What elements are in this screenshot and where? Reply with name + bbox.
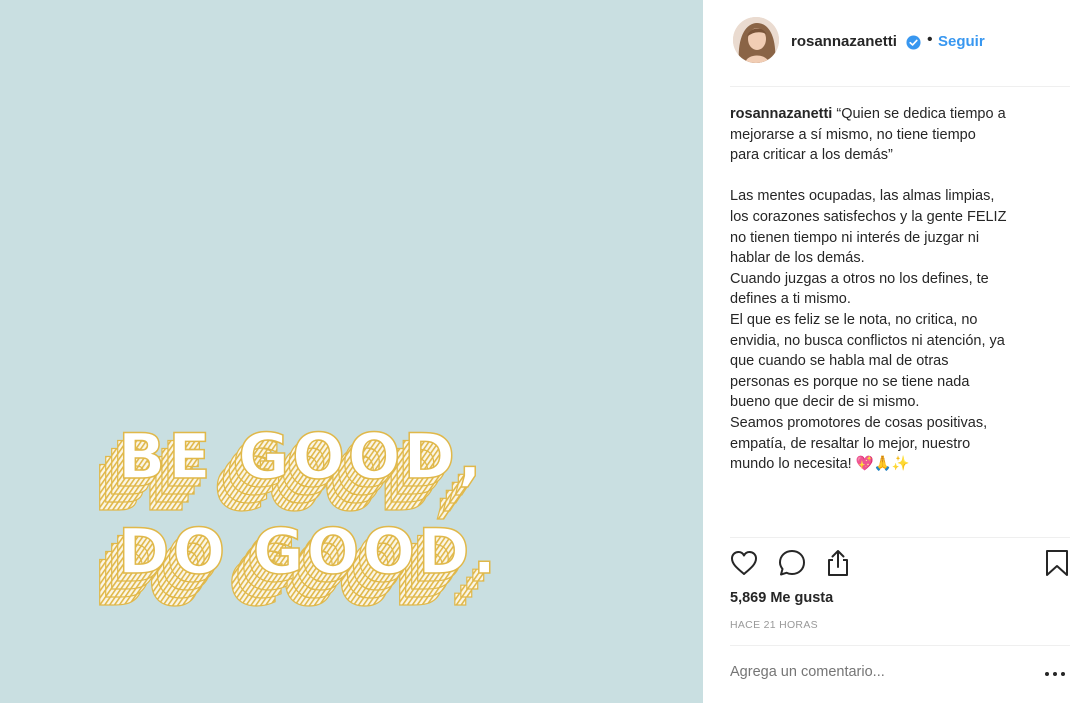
caption-line: “Quien se dedica tiempo a	[836, 106, 1006, 122]
be-good-do-good-artwork: BE GOOD, BE GOOD, BE GOOD, BE GOOD, BE G…	[93, 419, 499, 620]
post-author-username[interactable]: rosannazanetti	[791, 33, 897, 50]
caption-line: no tienen tiempo ni interés de juzgar ni	[730, 229, 980, 246]
post-header: rosannazanetti • Seguir	[703, 0, 1070, 86]
post-timestamp[interactable]: HACE 21 HORAS	[730, 619, 818, 631]
art-line2: DO GOOD.	[118, 515, 499, 588]
avatar-photo	[733, 17, 779, 63]
separator-dot: •	[927, 31, 933, 48]
caption-line: Cuando juzgas a otros no los defines, te	[730, 270, 989, 287]
comment-bubble-icon	[779, 550, 805, 576]
actions-divider	[730, 537, 1070, 538]
caption-line: defines a ti mismo.	[730, 291, 851, 308]
caption-line: los corazones satisfechos y la gente FEL…	[730, 208, 1007, 225]
heart-icon	[731, 551, 757, 575]
caption-line: hablar de los demás.	[730, 250, 865, 267]
post-caption: rosannazanetti “Quien se dedica tiempo a…	[730, 104, 1060, 475]
caption-line: Las mentes ocupadas, las almas limpias,	[730, 188, 995, 205]
more-options-icon[interactable]	[1043, 668, 1067, 680]
caption-line: mundo lo necesita! 💖🙏✨	[730, 456, 910, 473]
save-button[interactable]	[1040, 545, 1070, 581]
header-divider	[730, 86, 1070, 87]
caption-line: Seamos promotores de cosas positivas,	[730, 414, 988, 431]
comment-button[interactable]	[775, 545, 809, 581]
comment-input[interactable]	[730, 664, 1030, 680]
art-line1: BE GOOD,	[118, 420, 485, 493]
follow-button[interactable]: Seguir	[938, 33, 985, 50]
caption-line: envidia, no busca conflictos ni atención…	[730, 332, 1005, 349]
caption-line: bueno que decir de si mismo.	[730, 394, 920, 411]
like-button[interactable]	[727, 545, 761, 581]
caption-line: El que es feliz se le nota, no critica, …	[730, 311, 978, 328]
post-image[interactable]: BE GOOD, BE GOOD, BE GOOD, BE GOOD, BE G…	[0, 0, 703, 703]
bookmark-icon	[1046, 550, 1068, 576]
caption-line: personas es porque no se tiene nada	[730, 373, 970, 390]
post-actions	[703, 545, 1070, 585]
share-button[interactable]	[821, 545, 855, 581]
share-icon	[828, 550, 848, 576]
comment-divider	[730, 645, 1070, 646]
caption-line: para criticar a los demás”	[730, 147, 893, 164]
caption-line: empatía, de resaltar lo mejor, nuestro	[730, 435, 971, 452]
likes-count[interactable]: 5,869 Me gusta	[730, 590, 833, 606]
post-sidebar: rosannazanetti • Seguir rosannazanetti “…	[703, 0, 1070, 703]
avatar[interactable]	[733, 17, 779, 63]
caption-username[interactable]: rosannazanetti	[730, 106, 832, 122]
caption-line: que cuando se habla mal de otras	[730, 353, 949, 370]
verified-badge-icon	[906, 35, 921, 50]
caption-line: mejorarse a sí mismo, no tiene tiempo	[730, 126, 976, 143]
